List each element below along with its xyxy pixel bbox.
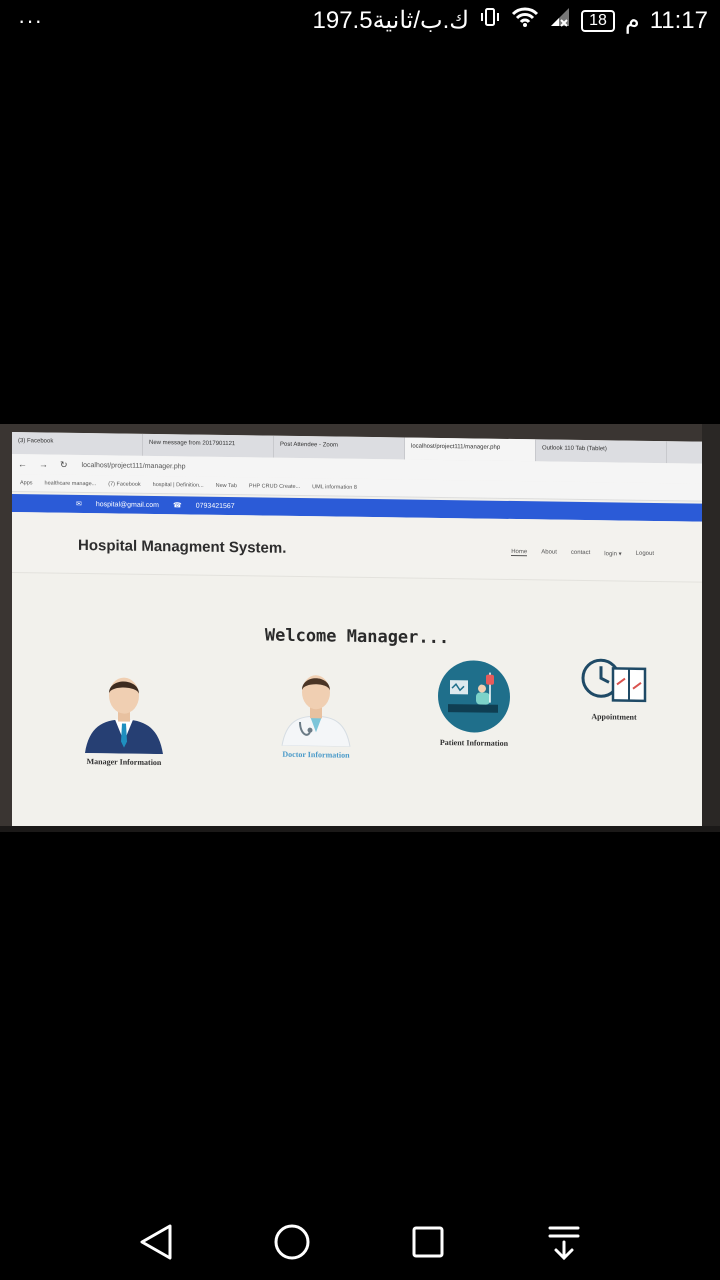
wifi-icon xyxy=(511,6,539,35)
doctor-card-label[interactable]: Doctor Information xyxy=(266,750,366,760)
manager-card-label[interactable]: Manager Information xyxy=(74,757,174,767)
back-icon[interactable]: ← xyxy=(12,459,33,469)
manager-avatar-icon xyxy=(85,677,163,755)
phone-icon: ☎ xyxy=(173,502,182,510)
battery-icon: 18 xyxy=(581,9,615,32)
bookmark-item[interactable]: healthcare manage... xyxy=(45,480,97,487)
appointment-card-label[interactable]: Appointment xyxy=(564,712,664,722)
browser-tab[interactable]: Outlook 110 Tab (Tablet) xyxy=(536,439,667,464)
status-bar: ··· 197.5ك.ب/ثانية 18 م 11:17 xyxy=(0,0,720,48)
vibrate-icon xyxy=(479,6,501,35)
bookmark-item[interactable]: (7) Facebook xyxy=(108,481,140,487)
bookmark-item[interactable]: UML information 8 xyxy=(312,484,357,491)
doctor-card[interactable]: Doctor Information xyxy=(266,666,366,760)
site-header: Hospital Managment System. Home About co… xyxy=(12,512,702,583)
menu-about[interactable]: About xyxy=(541,549,557,556)
site-brand[interactable]: Hospital Managment System. xyxy=(78,537,286,557)
contact-phone[interactable]: 0793421567 xyxy=(196,502,235,510)
mail-icon: ✉ xyxy=(76,500,82,508)
menu-login[interactable]: login ▾ xyxy=(604,550,621,557)
android-nav-bar xyxy=(0,1200,720,1280)
back-triangle-icon[interactable] xyxy=(134,1220,178,1264)
menu-home[interactable]: Home xyxy=(511,548,528,557)
menu-contact[interactable]: contact xyxy=(571,550,590,557)
browser-window: (3) Facebook New message from 2017901121… xyxy=(12,432,702,832)
calendar-clock-icon xyxy=(581,658,647,703)
browser-tab[interactable]: New message from 2017901121 xyxy=(143,433,274,458)
overflow-icon: ··· xyxy=(18,8,43,33)
doctor-avatar-icon xyxy=(281,675,351,747)
signal-icon xyxy=(549,6,571,35)
browser-tab[interactable]: (3) Facebook xyxy=(12,432,143,456)
notifications-pull-icon[interactable] xyxy=(542,1220,586,1264)
main-menu: Home About contact login ▾ Logout xyxy=(511,548,654,558)
home-circle-icon[interactable] xyxy=(270,1220,314,1264)
data-rate: 197.5ك.ب/ثانية xyxy=(312,7,470,34)
url-text[interactable]: localhost/project111/manager.php xyxy=(82,461,186,469)
browser-tab[interactable]: Post Attendee - Zoom xyxy=(274,435,405,460)
patient-card-label[interactable]: Patient Information xyxy=(424,738,524,748)
appointment-card[interactable]: Appointment xyxy=(564,654,664,722)
welcome-heading: Welcome Manager... xyxy=(264,625,450,649)
laptop-bezel xyxy=(702,424,720,832)
bookmark-item[interactable]: New Tab xyxy=(216,482,237,488)
recents-square-icon[interactable] xyxy=(406,1220,450,1264)
bookmark-item[interactable]: hospital | Definition... xyxy=(153,481,204,488)
status-right: 197.5ك.ب/ثانية 18 م 11:17 xyxy=(313,6,709,35)
forward-icon[interactable]: → xyxy=(33,459,54,469)
manager-card[interactable]: Manager Information xyxy=(74,671,174,767)
laptop-photo[interactable]: (3) Facebook New message from 2017901121… xyxy=(0,424,720,832)
menu-logout[interactable]: Logout xyxy=(636,551,654,558)
reload-icon[interactable]: ↻ xyxy=(54,459,74,470)
clock: 11:17 xyxy=(649,6,708,34)
bookmark-item[interactable]: PHP CRUD Create... xyxy=(249,483,300,490)
patient-bed-icon xyxy=(438,660,510,733)
patient-card[interactable]: Patient Information xyxy=(424,658,524,748)
am-pm: م xyxy=(624,7,640,34)
browser-tab-active[interactable]: localhost/project111/manager.php xyxy=(405,437,536,462)
bookmark-item[interactable]: Apps xyxy=(20,480,33,486)
laptop-bezel-bottom xyxy=(0,826,720,832)
contact-email[interactable]: hospital@gmail.com xyxy=(96,501,159,509)
